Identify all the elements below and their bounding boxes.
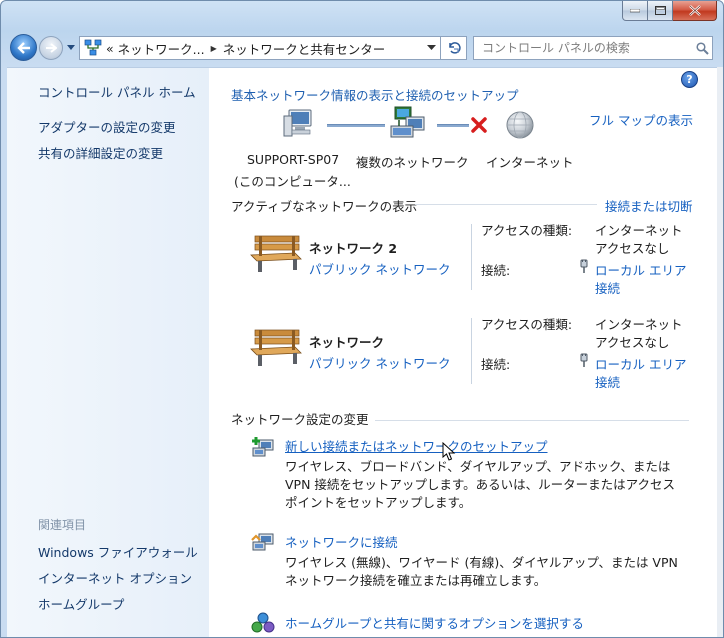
access-type-value: インターネット bbox=[595, 223, 683, 238]
homegroup-link[interactable]: ホームグループ bbox=[38, 594, 124, 613]
breadcrumb-item-sharing-center[interactable]: ネットワークと共有センター bbox=[223, 39, 386, 58]
public-network-bench-icon bbox=[250, 329, 302, 366]
map-link-line-broken bbox=[437, 124, 469, 127]
section-divider bbox=[415, 204, 597, 205]
ethernet-plug-icon bbox=[580, 259, 588, 273]
local-area-connection-link[interactable]: ローカル エリア bbox=[595, 260, 686, 279]
internet-globe-icon bbox=[506, 111, 534, 139]
related-items-header: 関連項目 bbox=[38, 518, 87, 532]
forward-button[interactable] bbox=[39, 36, 63, 60]
full-map-link[interactable]: フル マップの表示 bbox=[589, 110, 693, 129]
scrollbar[interactable] bbox=[717, 67, 723, 637]
connect-disconnect-link[interactable]: 接続または切断 bbox=[605, 196, 693, 215]
connection-label: 接続: bbox=[481, 263, 511, 278]
breadcrumb-item-network[interactable]: ネットワーク... bbox=[118, 39, 205, 58]
network-type-link[interactable]: パブリック ネットワーク bbox=[309, 259, 450, 278]
search-input[interactable] bbox=[474, 38, 692, 58]
access-type-value-2: アクセスなし bbox=[595, 335, 670, 350]
connect-to-network-link[interactable]: ネットワークに接続 bbox=[285, 532, 398, 551]
close-icon bbox=[688, 5, 701, 16]
network-type-link[interactable]: パブリック ネットワーク bbox=[309, 353, 450, 372]
access-type-label: アクセスの種類: bbox=[481, 317, 573, 332]
maximize-icon bbox=[654, 6, 666, 15]
windows-firewall-link[interactable]: Windows ファイアウォール bbox=[38, 542, 198, 561]
advanced-sharing-settings-link[interactable]: 共有の詳細設定の変更 bbox=[38, 143, 163, 162]
ethernet-plug-icon bbox=[580, 353, 588, 367]
network-name: ネットワーク 2 bbox=[309, 241, 398, 256]
main-pane: ? 基本ネットワーク情報の表示と接続のセットアップ フル マップの表示 SUPP… bbox=[209, 67, 717, 637]
multiple-networks-label: 複数のネットワーク bbox=[356, 155, 469, 170]
title-buttons bbox=[622, 1, 717, 21]
homegroup-icon bbox=[251, 612, 275, 633]
local-area-connection-link-2[interactable]: 接続 bbox=[595, 372, 620, 391]
access-type-value: インターネット bbox=[595, 317, 683, 332]
network-divider bbox=[471, 318, 472, 384]
homegroup-sharing-options-link[interactable]: ホームグループと共有に関するオプションを選択する bbox=[285, 613, 584, 632]
access-type-value-2: アクセスなし bbox=[595, 241, 670, 256]
breadcrumb-overflow[interactable]: « bbox=[106, 41, 114, 56]
back-button[interactable] bbox=[10, 34, 37, 61]
arrow-left-icon bbox=[16, 41, 30, 54]
window: « ネットワーク... ▶ ネットワークと共有センター コントロール パネル ホ… bbox=[0, 0, 724, 638]
computer-name-label-2: (このコンピュータ... bbox=[234, 174, 351, 189]
disconnected-x-icon bbox=[471, 117, 487, 133]
mouse-pointer-icon bbox=[442, 442, 456, 461]
network-icon bbox=[84, 39, 102, 56]
minimize-button[interactable] bbox=[622, 1, 648, 21]
new-connection-icon bbox=[252, 437, 274, 457]
internet-options-link[interactable]: インターネット オプション bbox=[38, 568, 192, 587]
close-button[interactable] bbox=[673, 1, 717, 21]
search-box[interactable] bbox=[473, 36, 713, 60]
help-icon[interactable]: ? bbox=[681, 71, 698, 88]
network-divider bbox=[471, 224, 472, 290]
connect-to-network-description: ワイヤレス (無線)、ワイヤード (有線)、ダイヤルアップ、または VPN ネッ… bbox=[285, 555, 678, 588]
navigation-bar: « ネットワーク... ▶ ネットワークと共有センター bbox=[1, 31, 723, 65]
internet-label: インターネット bbox=[486, 155, 574, 170]
new-connection-description: ワイヤレス、ブロードバンド、ダイヤルアップ、アドホック、または VPN 接続をセ… bbox=[285, 459, 676, 510]
breadcrumb-separator-icon[interactable]: ▶ bbox=[211, 44, 217, 53]
change-adapter-settings-link[interactable]: アダプターの設定の変更 bbox=[38, 117, 176, 136]
connect-network-icon bbox=[251, 533, 274, 551]
local-area-connection-link[interactable]: ローカル エリア bbox=[595, 354, 686, 373]
active-networks-header: アクティブなネットワークの表示 bbox=[231, 199, 418, 214]
computer-name-label: SUPPORT-SP07 bbox=[247, 152, 340, 167]
address-bar[interactable]: « ネットワーク... ▶ ネットワークと共有センター bbox=[79, 36, 441, 60]
recent-pages-chevron-icon[interactable] bbox=[66, 44, 76, 52]
local-area-connection-link-2[interactable]: 接続 bbox=[595, 278, 620, 297]
refresh-button[interactable] bbox=[441, 36, 467, 60]
section-divider bbox=[375, 420, 689, 421]
new-connection-link[interactable]: 新しい接続またはネットワークのセットアップ bbox=[285, 436, 548, 455]
control-panel-home-link[interactable]: コントロール パネル ホーム bbox=[38, 82, 196, 101]
address-dropdown-icon[interactable] bbox=[427, 45, 436, 51]
breadcrumb: « ネットワーク... ▶ ネットワークと共有センター bbox=[106, 39, 385, 58]
connection-label: 接続: bbox=[481, 357, 511, 372]
change-settings-header: ネットワーク設定の変更 bbox=[231, 412, 369, 427]
public-network-bench-icon bbox=[250, 235, 302, 272]
access-type-label: アクセスの種類: bbox=[481, 223, 573, 238]
arrow-right-icon bbox=[46, 43, 57, 53]
search-icon[interactable] bbox=[692, 41, 712, 55]
page-title: 基本ネットワーク情報の表示と接続のセットアップ bbox=[231, 88, 519, 103]
maximize-button[interactable] bbox=[648, 1, 673, 21]
computer-icon bbox=[283, 109, 312, 137]
minimize-icon bbox=[630, 8, 640, 12]
multiple-networks-icon bbox=[390, 106, 425, 138]
network-name: ネットワーク bbox=[309, 335, 385, 350]
refresh-icon bbox=[448, 42, 461, 54]
left-pane: コントロール パネル ホーム アダプターの設定の変更 共有の詳細設定の変更 関連… bbox=[7, 67, 209, 637]
map-link-line bbox=[327, 124, 385, 127]
